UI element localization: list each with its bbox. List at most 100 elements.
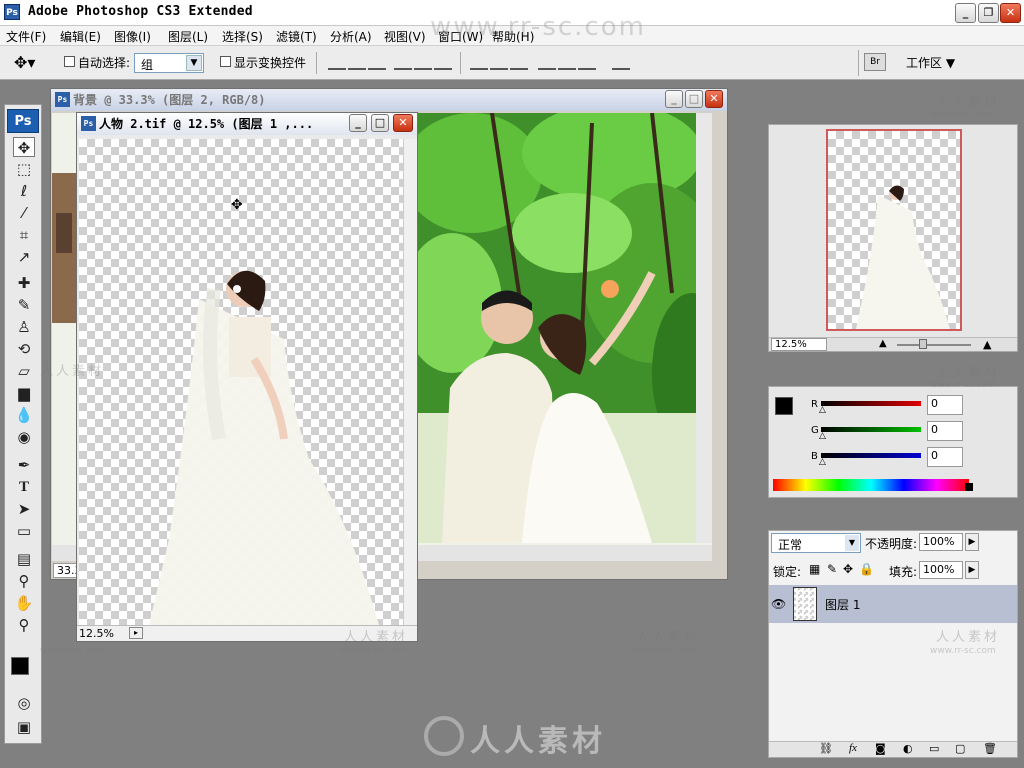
trash-icon[interactable]: 🗑 (983, 742, 997, 755)
menu-view[interactable]: 视图(V) (384, 28, 426, 45)
align-bottom-icon[interactable] (368, 56, 386, 70)
new-layer-icon[interactable]: ▢ (955, 742, 965, 755)
quick-mask-icon[interactable]: ◎ (13, 693, 35, 713)
eraser-tool-icon[interactable]: ▱ (13, 361, 35, 381)
opacity-arrow-icon[interactable]: ▶ (965, 533, 979, 551)
distribute-top-icon[interactable] (470, 56, 488, 70)
show-transform-checkbox[interactable] (220, 55, 231, 69)
menu-layer[interactable]: 图层(L) (168, 28, 208, 45)
menu-image[interactable]: 图像(I) (114, 28, 151, 45)
document-window-figure[interactable]: Ps 人物 2.tif @ 12.5% (图层 1 ,... _ □ ✕ ✥ 1… (76, 112, 418, 642)
align-right-icon[interactable] (434, 56, 452, 70)
fill-field[interactable]: 100% (919, 561, 963, 579)
minimize-button[interactable]: _ (955, 3, 976, 23)
distribute-vcenter-icon[interactable] (490, 56, 508, 70)
lock-transparent-icon[interactable]: ▦ (809, 562, 820, 576)
align-vcenter-icon[interactable] (348, 56, 366, 70)
align-hcenter-icon[interactable] (414, 56, 432, 70)
zoom-out-icon[interactable]: ▲ (879, 338, 887, 349)
zoom-tool-icon[interactable]: ⚲ (13, 615, 35, 635)
auto-align-icon[interactable] (612, 56, 630, 70)
green-slider-thumb[interactable]: △ (819, 431, 826, 441)
green-value-field[interactable]: 0 (927, 421, 963, 441)
link-layers-icon[interactable]: ⛓ (819, 742, 833, 755)
vertical-scrollbar[interactable] (403, 139, 417, 625)
eye-icon[interactable]: 👁 (771, 597, 786, 611)
doc-front-minimize-button[interactable]: _ (349, 114, 367, 132)
color-spectrum-bar[interactable] (773, 479, 969, 491)
doc-front-maximize-button[interactable]: □ (371, 114, 389, 132)
doc-back-minimize-button[interactable]: _ (665, 90, 683, 108)
layer-row[interactable]: 👁 图层 1 (769, 585, 1017, 623)
magic-wand-tool-icon[interactable]: ⁄ (13, 203, 35, 223)
green-slider[interactable] (821, 427, 921, 432)
lasso-tool-icon[interactable]: ℓ (13, 181, 35, 201)
blue-slider[interactable] (821, 453, 921, 458)
distribute-hcenter-icon[interactable] (558, 56, 576, 70)
slice-tool-icon[interactable]: ↗ (13, 247, 35, 267)
transparent-canvas[interactable]: ✥ (79, 139, 403, 625)
pen-tool-icon[interactable]: ✒ (13, 455, 35, 475)
gradient-tool-icon[interactable]: ▆ (13, 383, 35, 403)
distribute-left-icon[interactable] (538, 56, 556, 70)
lock-image-icon[interactable]: ✎ (827, 562, 837, 576)
brush-tool-icon[interactable]: ✎ (13, 295, 35, 315)
path-selection-tool-icon[interactable]: ➤ (13, 499, 35, 519)
red-slider-thumb[interactable]: △ (819, 405, 826, 415)
menu-analysis[interactable]: 分析(A) (330, 28, 372, 45)
move-tool-preset-icon[interactable]: ✥▾ (14, 53, 35, 72)
distribute-bottom-icon[interactable] (510, 56, 528, 70)
workspace-button[interactable]: 工作区 ▼ (906, 54, 955, 71)
blur-tool-icon[interactable]: 💧 (13, 405, 35, 425)
lock-all-icon[interactable]: 🔒 (859, 562, 874, 576)
history-brush-tool-icon[interactable]: ⟲ (13, 339, 35, 359)
align-top-icon[interactable] (328, 56, 346, 70)
zoom-in-icon[interactable]: ▲ (983, 338, 991, 351)
healing-brush-tool-icon[interactable]: ✚ (13, 273, 35, 293)
blue-slider-thumb[interactable]: △ (819, 457, 826, 467)
doc-back-maximize-button[interactable]: □ (685, 90, 703, 108)
new-group-icon[interactable]: ▭ (929, 742, 939, 755)
auto-select-dropdown[interactable]: 组 ▼ (134, 53, 204, 73)
red-slider[interactable] (821, 401, 921, 406)
crop-tool-icon[interactable]: ⌗ (13, 225, 35, 245)
type-tool-icon[interactable]: T (13, 477, 35, 497)
dodge-tool-icon[interactable]: ◉ (13, 427, 35, 447)
hand-tool-icon[interactable]: ✋ (13, 593, 35, 613)
adjustment-layer-icon[interactable]: ◐ (903, 742, 913, 755)
red-value-field[interactable]: 0 (927, 395, 963, 415)
doc-front-zoom-field[interactable]: 12.5% (79, 627, 114, 640)
menu-select[interactable]: 选择(S) (222, 28, 263, 45)
restore-button[interactable]: ❐ (978, 3, 999, 23)
menu-file[interactable]: 文件(F) (6, 28, 46, 45)
stamp-tool-icon[interactable]: ♙ (13, 317, 35, 337)
layer-style-icon[interactable]: fx (849, 742, 857, 754)
bridge-icon[interactable]: Br (864, 53, 886, 71)
doc-back-close-button[interactable]: ✕ (705, 90, 723, 108)
align-left-icon[interactable] (394, 56, 412, 70)
doc-front-close-button[interactable]: ✕ (393, 114, 413, 132)
move-tool-icon[interactable]: ✥ (13, 137, 35, 157)
eyedropper-tool-icon[interactable]: ⚲ (13, 571, 35, 591)
navigator-zoom-field[interactable]: 12.5% (771, 338, 827, 351)
screen-mode-icon[interactable]: ▣ (13, 717, 35, 737)
fill-arrow-icon[interactable]: ▶ (965, 561, 979, 579)
foreground-color-swatch[interactable] (11, 657, 29, 675)
color-foreground-swatch[interactable] (775, 397, 793, 415)
notes-tool-icon[interactable]: ▤ (13, 549, 35, 569)
menu-edit[interactable]: 编辑(E) (60, 28, 101, 45)
close-button[interactable]: ✕ (1000, 3, 1021, 23)
distribute-right-icon[interactable] (578, 56, 596, 70)
opacity-field[interactable]: 100% (919, 533, 963, 551)
add-mask-icon[interactable]: ◙ (875, 742, 886, 755)
zoom-slider-thumb[interactable] (919, 339, 927, 349)
menu-filter[interactable]: 滤镜(T) (276, 28, 317, 45)
spectrum-black-swatch[interactable] (965, 483, 973, 491)
shape-tool-icon[interactable]: ▭ (13, 521, 35, 541)
blend-mode-dropdown[interactable]: 正常 ▼ (771, 533, 861, 553)
blue-value-field[interactable]: 0 (927, 447, 963, 467)
auto-select-checkbox[interactable] (64, 55, 75, 69)
status-info-icon[interactable]: ▸ (129, 627, 143, 639)
lock-position-icon[interactable]: ✥ (843, 562, 853, 576)
zoom-slider[interactable] (897, 344, 971, 346)
